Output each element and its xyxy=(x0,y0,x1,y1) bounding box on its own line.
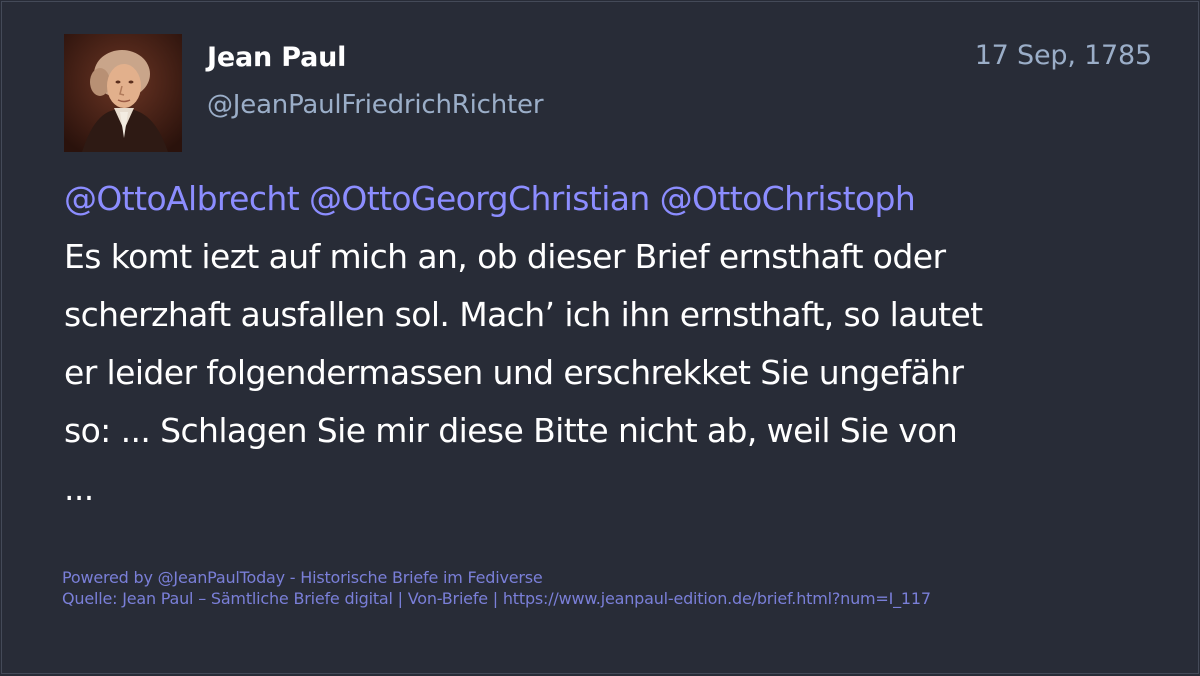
author-name[interactable]: Jean Paul xyxy=(207,42,346,73)
portrait-avatar-icon xyxy=(64,34,182,152)
powered-by-text: Powered by @JeanPaulToday - Historische … xyxy=(62,568,543,587)
post-text-line: ... xyxy=(64,469,94,508)
mentions-line: @OttoAlbrecht @OttoGeorgChristian @OttoC… xyxy=(64,170,1149,228)
post-text-line: Es komt iezt auf mich an, ob dieser Brie… xyxy=(64,237,946,276)
mention-otto-albrecht[interactable]: @OttoAlbrecht xyxy=(64,179,300,218)
author-handle[interactable]: @JeanPaulFriedrichRichter xyxy=(207,90,544,120)
footer: Powered by @JeanPaulToday - Historische … xyxy=(62,567,931,609)
post-text-line: scherzhaft ausfallen sol. Mach’ ich ihn … xyxy=(64,295,983,334)
mention-otto-georg-christian[interactable]: @OttoGeorgChristian xyxy=(309,179,650,218)
post-card: Jean Paul @JeanPaulFriedrichRichter 17 S… xyxy=(1,1,1199,674)
post-content: @OttoAlbrecht @OttoGeorgChristian @OttoC… xyxy=(64,170,1149,518)
post-text-line: er leider folgendermassen und erschrekke… xyxy=(64,353,964,392)
source-text: Quelle: Jean Paul – Sämtliche Briefe dig… xyxy=(62,589,931,608)
post-date[interactable]: 17 Sep, 1785 xyxy=(975,40,1153,71)
avatar[interactable] xyxy=(64,34,182,152)
post-text-line: so: ... Schlagen Sie mir diese Bitte nic… xyxy=(64,411,958,450)
mention-otto-christoph[interactable]: @OttoChristoph xyxy=(660,179,916,218)
